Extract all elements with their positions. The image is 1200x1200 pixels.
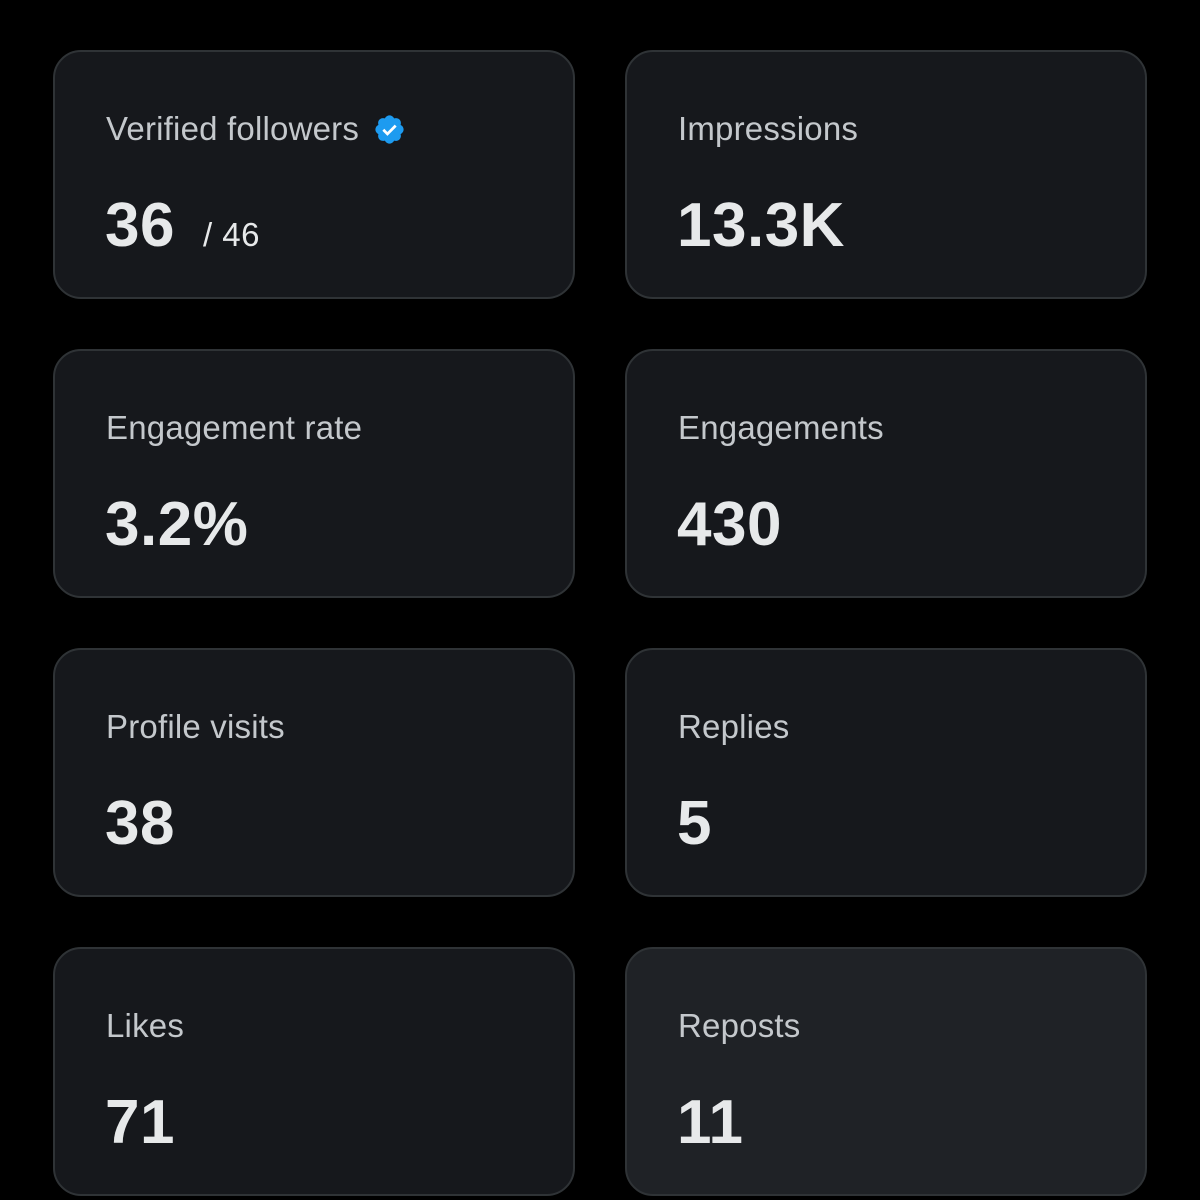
metric-label: Likes	[106, 1007, 184, 1045]
metric-card-replies[interactable]: Replies 5	[625, 648, 1147, 897]
metric-value: 3.2%	[105, 489, 248, 560]
metric-label: Impressions	[678, 110, 858, 148]
metric-label-text: Engagement rate	[106, 409, 363, 446]
metric-label-text: Likes	[106, 1007, 185, 1044]
metric-card-reposts[interactable]: Reposts 11	[625, 947, 1147, 1196]
metric-card-likes[interactable]: Likes 71	[53, 947, 575, 1196]
analytics-metrics-grid: Verified followers 36 / 46 Impressions 1…	[0, 0, 1200, 1200]
metric-label-text: Engagements	[678, 409, 884, 446]
metric-card-verified-followers[interactable]: Verified followers 36 / 46	[53, 50, 575, 299]
metric-value-number: 5	[677, 789, 712, 858]
metric-label-text: Verified followers	[106, 110, 360, 147]
metric-value-number: 11	[677, 1088, 744, 1157]
metric-value: 5	[677, 788, 712, 859]
metric-value-number: 36	[105, 191, 175, 260]
metric-value-number: 13.3K	[677, 191, 845, 260]
metric-label-text: Replies	[678, 708, 790, 745]
metric-value-number: 38	[105, 789, 175, 858]
metric-card-profile-visits[interactable]: Profile visits 38	[53, 648, 575, 897]
metric-label: Engagement rate	[106, 409, 362, 447]
metric-label: Verified followers	[106, 110, 406, 148]
metric-value: 430	[677, 489, 782, 560]
metric-card-impressions[interactable]: Impressions 13.3K	[625, 50, 1147, 299]
metric-label-text: Impressions	[678, 110, 859, 147]
metric-label: Reposts	[678, 1007, 800, 1045]
metric-value-number: 430	[677, 490, 782, 559]
metric-label-text: Profile visits	[106, 708, 285, 745]
verified-badge-icon	[373, 113, 406, 146]
metric-value: 38	[105, 788, 175, 859]
metric-value-total: / 46	[202, 216, 261, 253]
metric-value-number: 71	[105, 1088, 175, 1157]
metric-value-number: 3.2%	[105, 490, 249, 559]
metric-label: Engagements	[678, 409, 884, 447]
metric-value: 13.3K	[677, 190, 845, 261]
metric-card-engagement-rate[interactable]: Engagement rate 3.2%	[53, 349, 575, 598]
metric-card-engagements[interactable]: Engagements 430	[625, 349, 1147, 598]
metric-value: 11	[677, 1087, 744, 1158]
metric-label-text: Reposts	[678, 1007, 801, 1044]
metric-value: 71	[105, 1087, 175, 1158]
metric-label: Profile visits	[106, 708, 285, 746]
metric-value: 36 / 46	[105, 190, 260, 261]
metric-label: Replies	[678, 708, 789, 746]
